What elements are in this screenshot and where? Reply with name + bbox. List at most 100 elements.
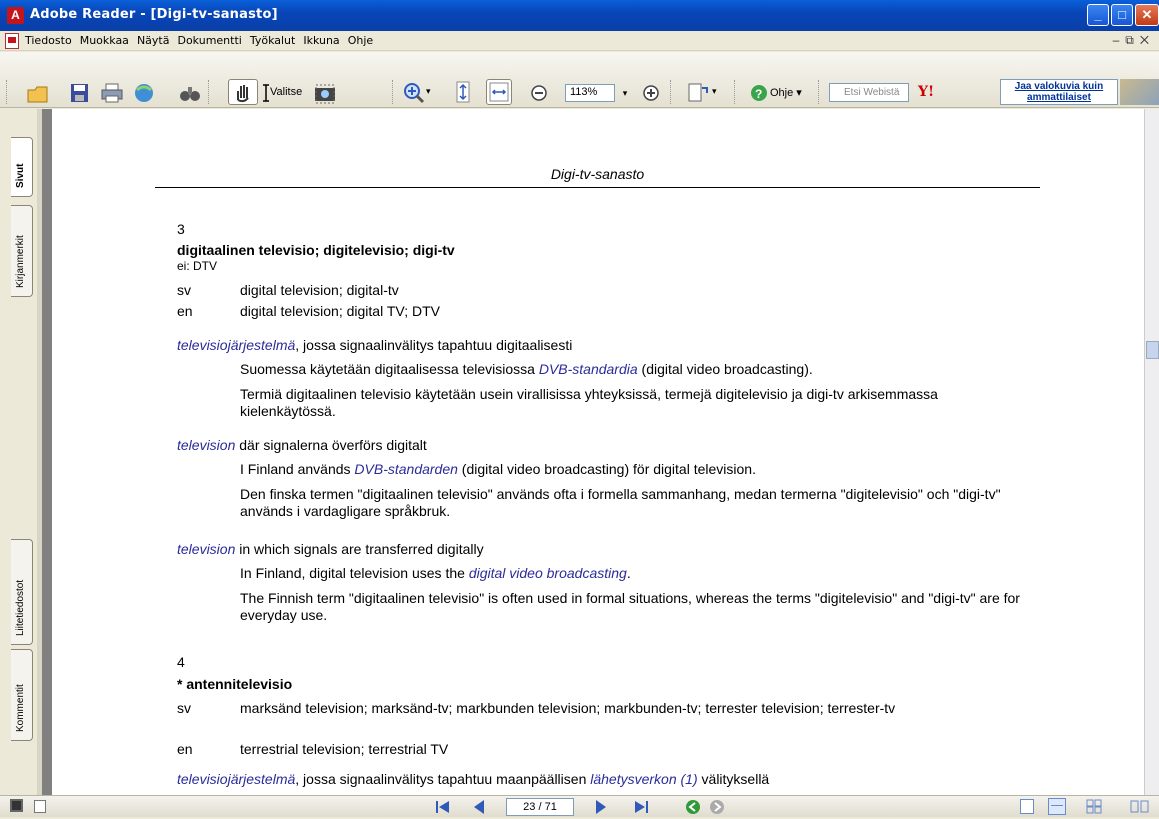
tab-sivut-label: Sivut — [15, 163, 26, 188]
help-menu-button[interactable]: Ohje ▾ — [770, 86, 802, 99]
document-icon[interactable] — [5, 33, 19, 49]
tab-liitetiedostot[interactable]: Liitetiedostot — [11, 539, 33, 645]
toolbar-separator — [208, 80, 211, 104]
toolbar: Valitse ▾ 113% ▾ ▾ ? Ohje ▾ Etsi Webistä… — [0, 52, 1159, 108]
title-bar: A Adobe Reader - [Digi-tv-sanasto] _ □ ✕ — [0, 0, 1159, 31]
zoom-in-plus-icon[interactable] — [640, 82, 664, 104]
previous-page-icon[interactable] — [474, 800, 488, 814]
page-number-input[interactable]: 23 / 71 — [506, 798, 574, 816]
sv-equivalent-4: marksänd television; marksänd-tv; markbu… — [240, 700, 896, 716]
zoom-in-icon[interactable] — [402, 82, 426, 104]
link-lahetysverkon[interactable]: lähetysverkon (1) — [590, 771, 697, 787]
lang-label-sv-4: sv — [177, 700, 191, 716]
sv-note-1-b: (digital video broadcasting) för digital… — [457, 461, 756, 477]
toolbar-separator-3 — [670, 80, 673, 104]
link-televisiojarjestelma-4[interactable]: televisiojärjestelmä — [177, 771, 295, 787]
go-forward-icon[interactable] — [710, 800, 724, 814]
toolbar-grip[interactable] — [6, 80, 9, 104]
fi-definition-text: , jossa signaalinvälitys tapahtuu digita… — [295, 337, 573, 353]
fi-note-1-a: Suomessa käytetään digitaalisessa televi… — [240, 361, 539, 377]
sv-note-1: I Finland används DVB-standarden (digita… — [240, 461, 756, 477]
zoom-level-dropdown[interactable]: ▾ — [617, 84, 633, 102]
menu-tyokalut[interactable]: Työkalut — [250, 34, 296, 47]
en-definition-text: in which signals are transferred digital… — [235, 541, 484, 557]
save-icon[interactable] — [68, 82, 92, 104]
page-thumbnail-icon[interactable] — [10, 799, 23, 812]
continuous-page-icon[interactable] — [1048, 798, 1066, 815]
fit-page-button[interactable] — [452, 79, 474, 105]
first-page-icon[interactable] — [436, 800, 450, 814]
rotate-dropdown-arrow[interactable]: ▾ — [712, 86, 722, 108]
tab-liitetiedostot-label: Liitetiedostot — [15, 579, 26, 636]
zoom-level-input[interactable]: 113% — [565, 84, 615, 102]
toolbar-separator-2 — [392, 80, 395, 104]
select-tool-label[interactable]: Valitse — [270, 86, 302, 98]
en-definition: television in which signals are transfer… — [177, 541, 484, 557]
open-folder-icon[interactable] — [26, 82, 50, 104]
scrollbar-thumb[interactable] — [1146, 341, 1159, 359]
en-equivalent-4: terrestrial television; terrestrial TV — [240, 741, 449, 757]
vertical-scrollbar[interactable] — [1144, 109, 1159, 795]
document-view[interactable]: Digi-tv-sanasto 3 digitaalinen televisio… — [42, 109, 1144, 795]
document-window-controls[interactable]: –⧉✕ — [1113, 33, 1155, 48]
maximize-button[interactable]: □ — [1111, 4, 1133, 26]
sv-definition: television där signalerna överförs digit… — [177, 437, 427, 453]
promo-image[interactable] — [1120, 79, 1159, 105]
tab-kommentit[interactable]: Kommentit — [11, 649, 33, 741]
find-binoculars-icon[interactable] — [178, 82, 202, 104]
rotate-pages-icon[interactable] — [686, 82, 710, 104]
adobe-reader-window: A Adobe Reader - [Digi-tv-sanasto] _ □ ✕… — [0, 0, 1159, 817]
menu-ohje[interactable]: Ohje — [348, 34, 373, 47]
window-title: Adobe Reader - [Digi-tv-sanasto] — [30, 7, 278, 22]
link-digital-video-broadcasting[interactable]: digital video broadcasting — [469, 565, 627, 581]
last-page-icon[interactable] — [634, 800, 648, 814]
hand-tool-button[interactable] — [228, 79, 258, 105]
yahoo-icon[interactable]: Y! — [918, 84, 934, 100]
link-television-en[interactable]: television — [177, 541, 235, 557]
menu-dokumentti[interactable]: Dokumentti — [177, 34, 241, 47]
web-search-input[interactable]: Etsi Webistä — [829, 83, 909, 102]
help-icon[interactable]: ? — [750, 82, 768, 104]
continuous-facing-icon[interactable] — [1130, 800, 1150, 813]
hand-icon — [237, 85, 249, 103]
toolbar-separator-5 — [818, 80, 821, 104]
snapshot-camera-icon[interactable] — [313, 82, 337, 104]
en-note-1-a: In Finland, digital television uses the — [240, 565, 469, 581]
adobe-reader-icon: A — [7, 7, 24, 24]
menu-tiedosto[interactable]: Tiedosto — [25, 34, 72, 47]
facing-pages-icon[interactable] — [1086, 799, 1102, 814]
zoom-dropdown-arrow[interactable]: ▾ — [426, 86, 436, 108]
lang-label-sv: sv — [177, 282, 191, 298]
promo-link[interactable]: Jaa valokuvia kuin ammattilaiset — [1000, 79, 1118, 105]
fi-note-1-b: (digital video broadcasting). — [637, 361, 813, 377]
fit-width-button[interactable] — [486, 79, 512, 105]
navigation-sidebar: Sivut Kirjanmerkit Liitetiedostot Kommen… — [0, 109, 42, 795]
next-page-icon[interactable] — [596, 800, 610, 814]
sv-equivalent: digital television; digital-tv — [240, 282, 399, 298]
single-page-icon[interactable] — [1020, 799, 1034, 814]
menu-bar: Tiedosto Muokkaa Näytä Dokumentti Työkal… — [0, 31, 1159, 51]
link-television-sv[interactable]: television — [177, 437, 235, 453]
menu-ikkuna[interactable]: Ikkuna — [303, 34, 339, 47]
close-button[interactable]: ✕ — [1135, 4, 1159, 26]
menu-nayta[interactable]: Näytä — [137, 34, 170, 47]
link-dvb-standardia[interactable]: DVB-standardia — [539, 361, 638, 377]
print-icon[interactable] — [100, 82, 124, 104]
entry-term: digitaalinen televisio; digitelevisio; d… — [177, 242, 455, 258]
email-icon[interactable] — [132, 82, 156, 104]
tab-sivut[interactable]: Sivut — [11, 137, 33, 197]
fit-page-icon — [456, 81, 470, 103]
minimize-button[interactable]: _ — [1087, 4, 1109, 26]
page-header: Digi-tv-sanasto — [550, 166, 645, 182]
menu-muokkaa[interactable]: Muokkaa — [80, 34, 129, 47]
zoom-out-icon[interactable] — [528, 82, 552, 104]
page-layout-icon[interactable] — [34, 800, 46, 813]
tab-kirjanmerkit-label: Kirjanmerkit — [15, 235, 26, 288]
fi-definition-4-mid: , jossa signaalinvälitys tapahtuu maanpä… — [295, 771, 591, 787]
fi-note-2: Termiä digitaalinen televisio käytetään … — [240, 386, 938, 419]
go-back-icon[interactable] — [686, 800, 700, 814]
fi-note-1: Suomessa käytetään digitaalisessa televi… — [240, 361, 813, 377]
link-televisiojarjestelma[interactable]: televisiojärjestelmä — [177, 337, 295, 353]
link-dvb-standarden[interactable]: DVB-standarden — [354, 461, 458, 477]
tab-kirjanmerkit[interactable]: Kirjanmerkit — [11, 205, 33, 297]
